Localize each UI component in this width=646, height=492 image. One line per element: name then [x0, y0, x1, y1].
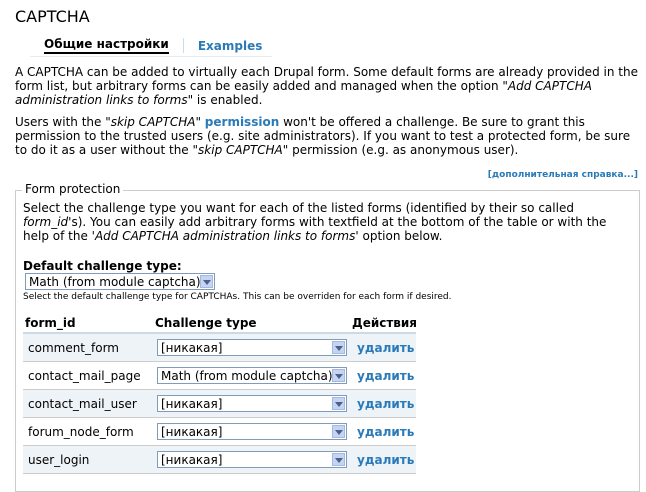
table-row: user_login [никакая] удалить — [23, 446, 416, 474]
more-help-link[interactable]: [дополнительная справка...] — [488, 170, 638, 180]
table-row: forum_node_form [никакая] удалить — [23, 418, 416, 446]
table-row: contact_mail_user [никакая] удалить — [23, 390, 416, 418]
tabs-underline — [30, 56, 272, 57]
delete-link[interactable]: удалить — [357, 341, 414, 355]
form-id-cell: comment_form — [28, 341, 119, 355]
table-row: contact_mail_page Math (from module capt… — [23, 362, 416, 390]
challenge-type-select[interactable]: Math (from module captcha) — [157, 367, 347, 384]
delete-link[interactable]: удалить — [357, 425, 414, 439]
header-form-id: form_id — [25, 316, 76, 330]
tab-separator — [182, 38, 184, 53]
form-id-cell: user_login — [28, 453, 90, 467]
fieldset-legend[interactable]: Form protection — [22, 182, 124, 196]
intro-paragraph-2: Users with the "skip CAPTCHA" permission… — [15, 115, 631, 157]
challenge-type-select[interactable]: [никакая] — [157, 451, 347, 468]
table-row: comment_form [никакая] удалить — [23, 334, 416, 362]
delete-link[interactable]: удалить — [357, 397, 414, 411]
challenge-type-select[interactable]: [никакая] — [157, 423, 347, 440]
tab-bar: Общие настройки Examples — [44, 37, 262, 54]
delete-link[interactable]: удалить — [357, 453, 414, 467]
tab-examples[interactable]: Examples — [198, 39, 263, 53]
tab-general-settings[interactable]: Общие настройки — [44, 37, 169, 54]
challenge-type-select[interactable]: [никакая] — [157, 395, 347, 412]
chevron-down-icon[interactable] — [332, 341, 345, 354]
chevron-down-icon[interactable] — [200, 275, 213, 288]
permission-link[interactable]: permission — [205, 115, 279, 129]
chevron-down-icon[interactable] — [332, 425, 345, 438]
default-challenge-value: Math (from module captcha) — [29, 275, 201, 289]
default-challenge-label: Default challenge type: — [23, 259, 182, 273]
chevron-down-icon[interactable] — [332, 369, 345, 382]
default-challenge-select[interactable]: Math (from module captcha) — [25, 273, 215, 290]
form-id-cell: forum_node_form — [28, 425, 134, 439]
form-id-cell: contact_mail_page — [28, 369, 141, 383]
header-actions: Действия — [352, 316, 418, 330]
form-id-cell: contact_mail_user — [28, 397, 137, 411]
chevron-down-icon[interactable] — [332, 453, 345, 466]
header-challenge-type: Challenge type — [155, 316, 257, 330]
fieldset-description: Select the challenge type you want for e… — [23, 201, 607, 243]
challenge-type-select[interactable]: [никакая] — [157, 339, 347, 356]
intro-paragraph-1: A CAPTCHA can be added to virtually each… — [15, 65, 638, 107]
default-challenge-description: Select the default challenge type for CA… — [23, 292, 452, 302]
page-title: CAPTCHA — [15, 7, 90, 26]
delete-link[interactable]: удалить — [357, 369, 414, 383]
chevron-down-icon[interactable] — [332, 397, 345, 410]
